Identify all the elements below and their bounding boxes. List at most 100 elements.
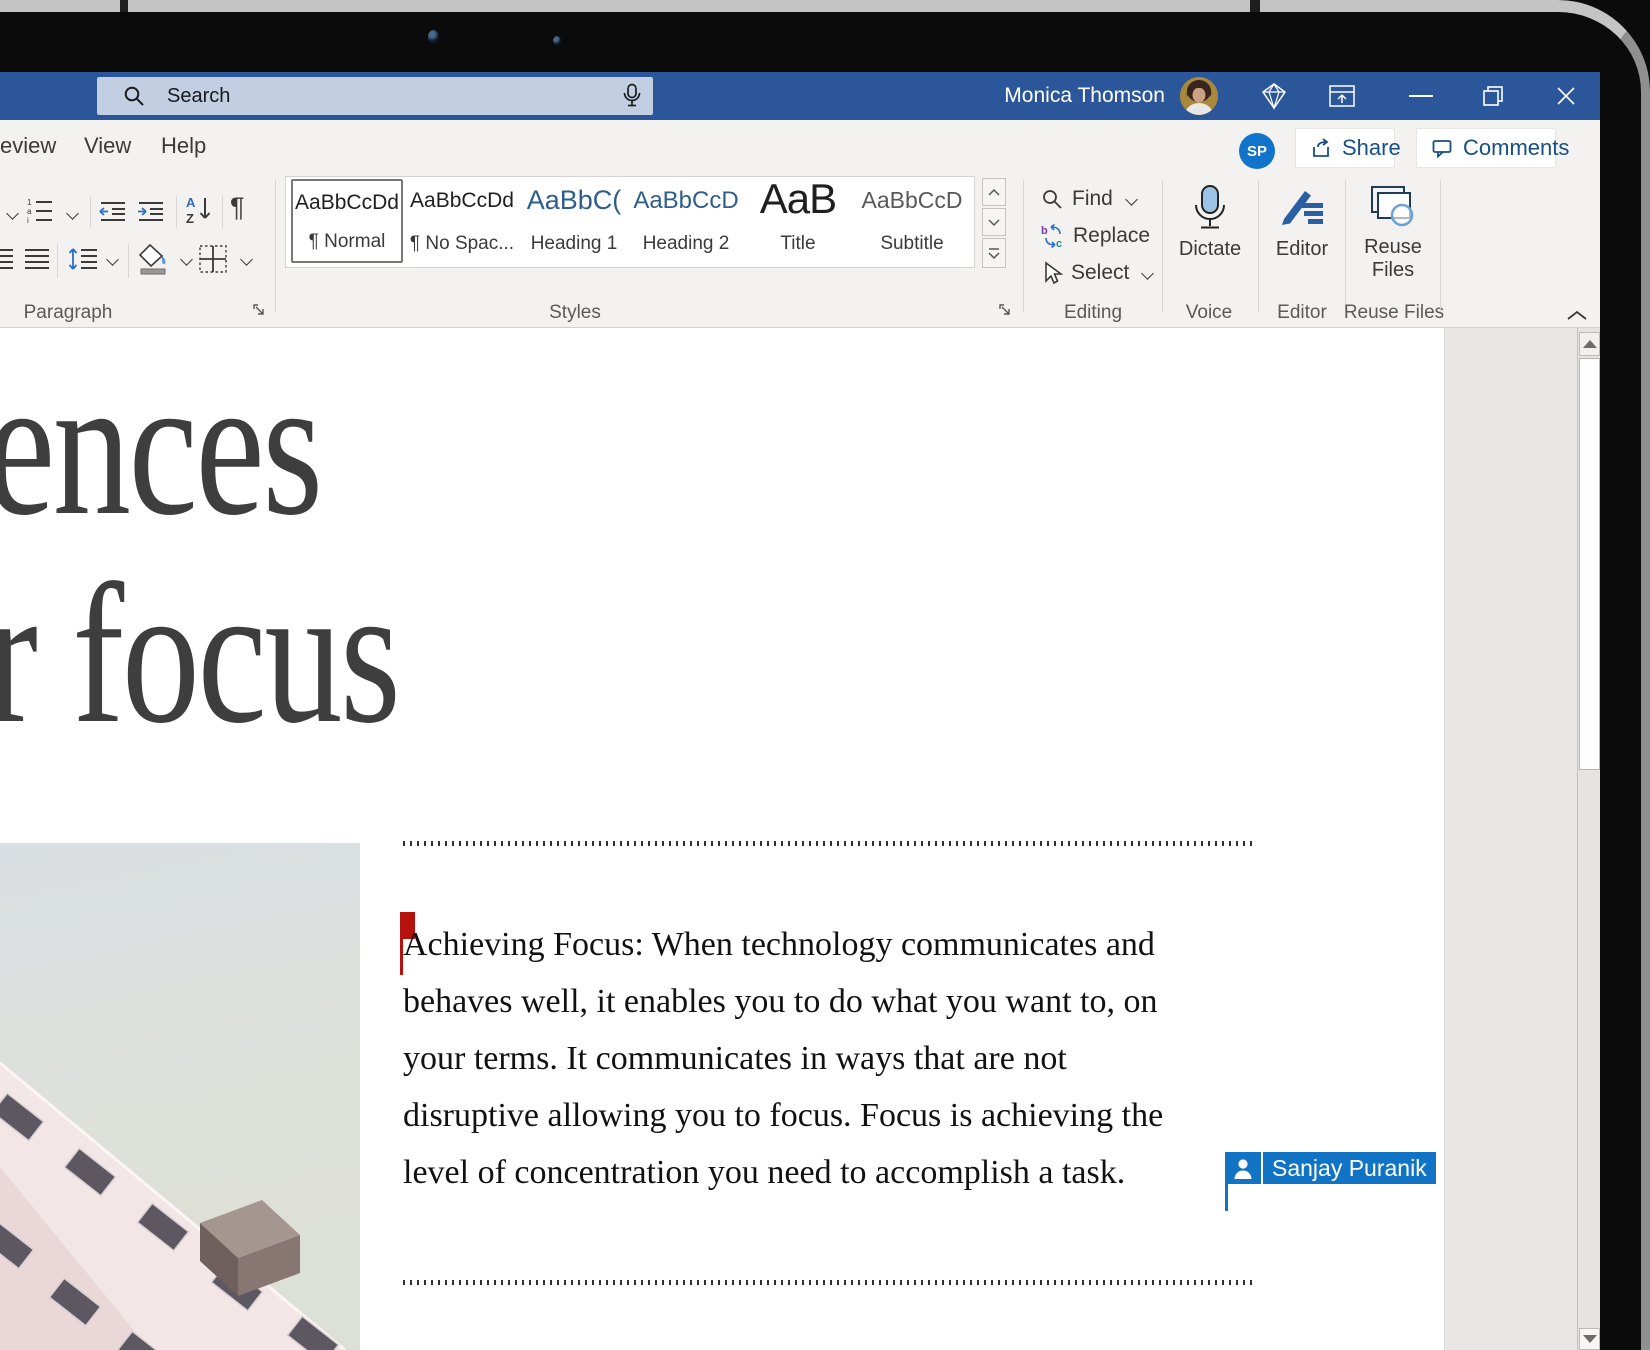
find-label: Find [1072, 187, 1113, 211]
dictate-mic-icon [1187, 184, 1233, 232]
style-title[interactable]: AaB Title [745, 179, 851, 263]
restore-button[interactable] [1476, 72, 1510, 120]
dotted-separator-bottom [403, 1280, 1253, 1285]
svg-text:Z: Z [186, 211, 194, 226]
body-line: level of concentration you need to accom… [403, 1154, 1163, 1211]
borders-icon[interactable] [196, 242, 230, 276]
voice-group-label: Voice [1159, 302, 1259, 324]
search-input[interactable]: Search [97, 77, 653, 115]
style-heading-1[interactable]: AaBbC( Heading 1 [519, 179, 629, 263]
svg-text:c: c [1056, 238, 1062, 248]
style-subtitle[interactable]: AaBbCcD Subtitle [857, 179, 967, 263]
editor-button[interactable]: Editor [1266, 186, 1338, 261]
reuse-files-label-line1: Reuse [1352, 236, 1434, 259]
dotted-separator-top [403, 841, 1253, 846]
select-button[interactable]: Select [1041, 260, 1152, 286]
comments-button[interactable]: Comments [1416, 128, 1556, 168]
dictate-button[interactable]: Dictate [1172, 184, 1248, 261]
style-heading-2[interactable]: AaBbCcD Heading 2 [631, 179, 741, 263]
line-spacing-chevron[interactable] [102, 254, 117, 272]
bullets-dropdown-chevron[interactable] [2, 208, 17, 226]
editor-label: Editor [1266, 238, 1338, 261]
collapse-ribbon-chevron[interactable] [1566, 310, 1588, 321]
svg-text:a: a [27, 207, 32, 216]
tab-view[interactable]: View [84, 120, 131, 172]
styles-scroll-down-button[interactable] [982, 208, 1006, 236]
find-button[interactable]: Find [1041, 186, 1136, 212]
svg-text:A: A [186, 195, 196, 210]
ribbon-tabs-row: eview View Help SP Share Comments [0, 120, 1600, 172]
body-paragraph[interactable]: Achieving Focus: When technology communi… [403, 926, 1163, 1211]
document-photo-building[interactable] [0, 843, 360, 1350]
reuse-files-button[interactable]: Reuse Files [1352, 184, 1434, 282]
share-icon [1310, 137, 1333, 160]
decrease-indent-icon[interactable] [98, 198, 128, 224]
body-line: disruptive allowing you to focus. Focus … [403, 1097, 1163, 1154]
styles-scroll-up-button[interactable] [982, 178, 1006, 206]
title-bar: Search Monica Thomson [0, 72, 1600, 120]
user-name[interactable]: Monica Thomson [900, 84, 1165, 108]
search-placeholder: Search [167, 85, 230, 108]
borders-chevron[interactable] [236, 254, 251, 272]
styles-gallery-expand-button[interactable] [982, 238, 1006, 268]
paragraph-group-label: Paragraph [20, 302, 116, 324]
sort-icon[interactable]: AZ [184, 194, 214, 226]
tab-help[interactable]: Help [161, 120, 206, 172]
multilevel-list-chevron[interactable] [62, 208, 77, 226]
shading-chevron[interactable] [176, 254, 191, 272]
editing-group-label: Editing [1043, 302, 1143, 324]
scroll-down-button[interactable] [1579, 1328, 1600, 1350]
scroll-up-button[interactable] [1579, 332, 1600, 356]
scrollbar-thumb[interactable] [1579, 358, 1600, 770]
share-button[interactable]: Share [1295, 128, 1395, 168]
search-icon [123, 85, 145, 107]
pilcrow-icon[interactable]: ¶ [230, 192, 245, 223]
justify-icon[interactable] [22, 246, 52, 272]
tab-review-partial[interactable]: eview [0, 120, 56, 172]
collaborator-name: Sanjay Puranik [1263, 1152, 1436, 1184]
reuse-files-group-label: Reuse Files [1343, 302, 1445, 324]
body-line: your terms. It communicates in ways that… [403, 1040, 1163, 1097]
replace-label: Replace [1073, 224, 1150, 248]
premium-diamond-icon[interactable] [1256, 72, 1292, 120]
styles-group-label: Styles [525, 302, 625, 324]
ribbon: 1ai AZ ¶ [0, 172, 1600, 328]
body-line: Achieving Focus: When technology communi… [403, 926, 1163, 983]
styles-dialog-launcher-icon[interactable] [998, 303, 1012, 317]
comments-icon [1431, 137, 1454, 160]
svg-text:i: i [27, 216, 29, 224]
style-no-spacing[interactable]: AaBbCcDd ¶ No Spac... [407, 179, 517, 263]
line-spacing-icon[interactable] [66, 244, 100, 274]
align-right-icon[interactable] [0, 246, 16, 272]
share-label: Share [1342, 135, 1401, 161]
multilevel-list-icon[interactable]: 1ai [26, 196, 64, 224]
minimize-button[interactable] [1404, 72, 1438, 120]
select-label: Select [1071, 261, 1129, 285]
find-chevron[interactable] [1125, 193, 1138, 206]
vertical-scrollbar[interactable] [1577, 328, 1600, 1350]
style-normal[interactable]: AaBbCcDd ¶ Normal [291, 179, 403, 263]
close-button[interactable] [1549, 72, 1583, 120]
increase-indent-icon[interactable] [136, 198, 166, 224]
collaborator-flag[interactable]: Sanjay Puranik [1225, 1152, 1436, 1184]
document-heading-line1: ences [0, 347, 321, 547]
shading-icon[interactable] [138, 242, 172, 276]
camera-dot-icon [428, 30, 439, 44]
user-avatar[interactable] [1180, 77, 1218, 115]
ribbon-display-options-icon[interactable] [1324, 72, 1360, 120]
presence-badge[interactable]: SP [1239, 133, 1275, 169]
dictate-label: Dictate [1172, 238, 1248, 261]
frame-notch [1250, 0, 1260, 12]
editor-pen-icon [1277, 186, 1327, 232]
frame-notch [120, 0, 128, 12]
person-icon [1225, 1152, 1261, 1184]
body-line: behaves well, it enables you to do what … [403, 983, 1163, 1040]
search-mic-icon[interactable] [621, 83, 643, 110]
comments-label: Comments [1463, 135, 1569, 161]
svg-text:1: 1 [27, 198, 32, 207]
select-chevron[interactable] [1142, 267, 1155, 280]
reuse-files-label-line2: Files [1352, 259, 1434, 282]
replace-button[interactable]: bc Replace [1041, 223, 1150, 249]
paragraph-dialog-launcher-icon[interactable] [252, 303, 266, 317]
camera-dot-icon [553, 36, 561, 46]
